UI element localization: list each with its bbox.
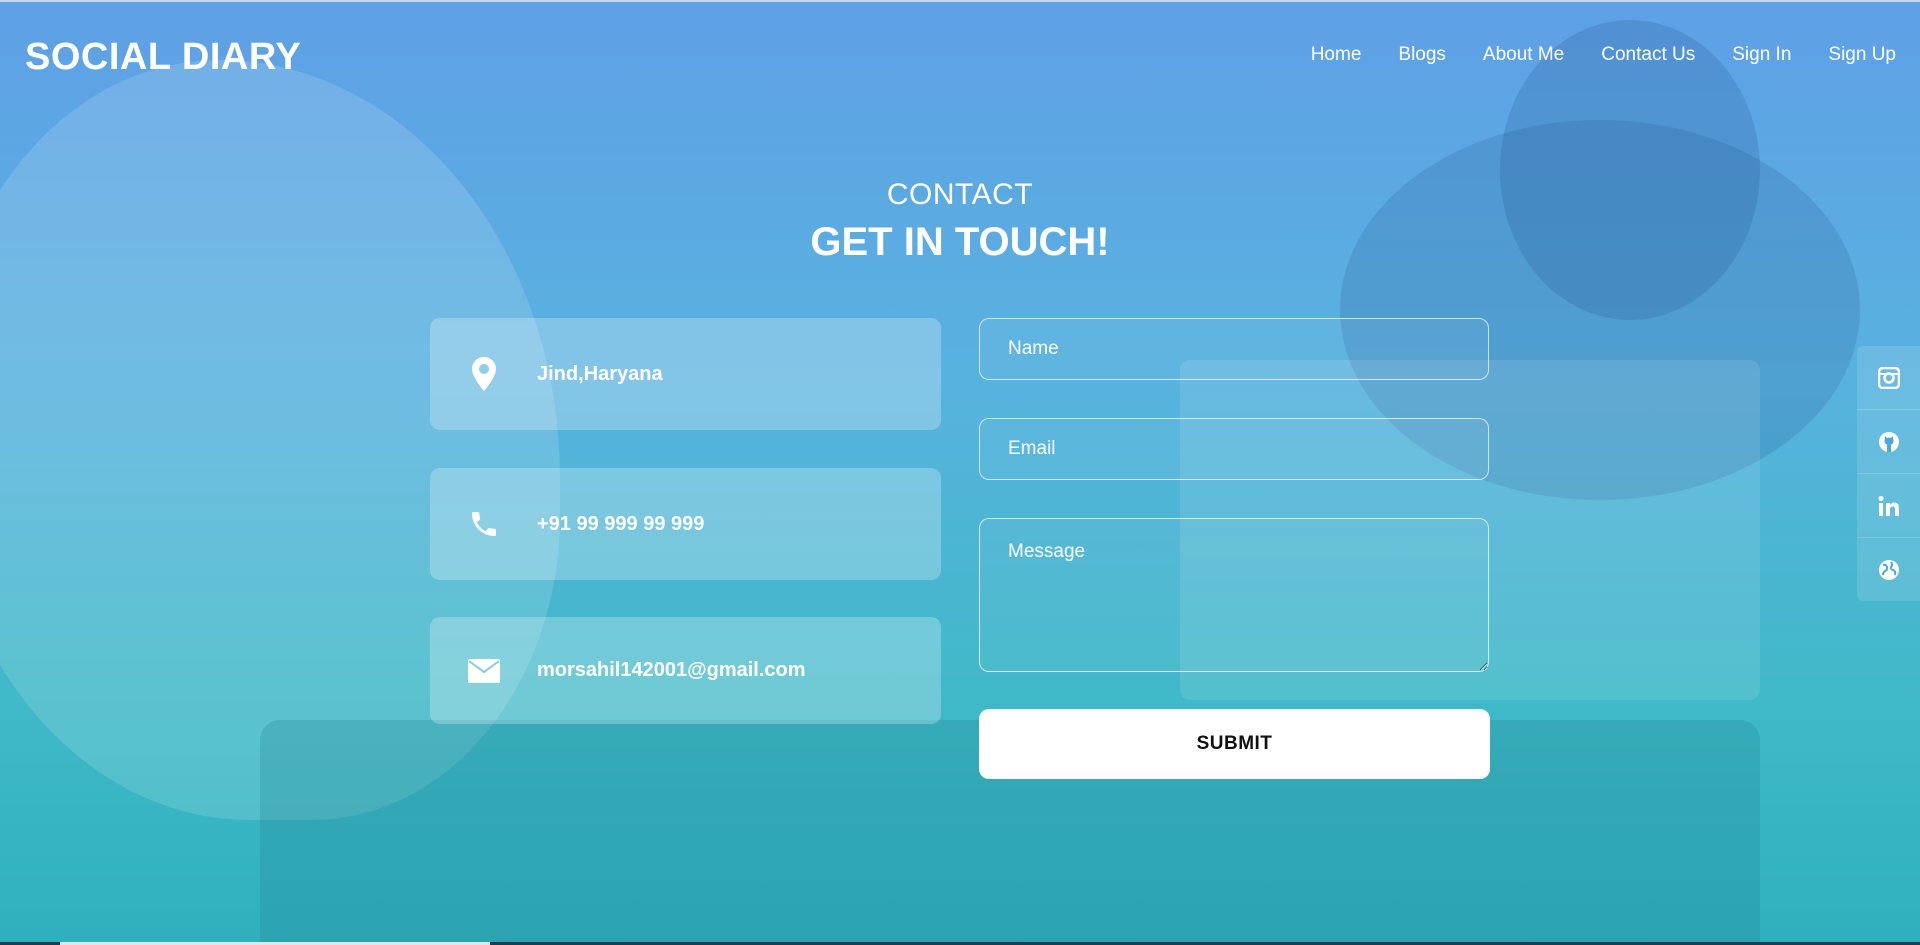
phone-card: +91 99 999 99 999 [430, 468, 941, 580]
top-border [0, 0, 1920, 2]
submit-button[interactable]: SUBMIT [979, 709, 1490, 779]
envelope-icon [466, 653, 502, 689]
location-card: Jind,Haryana [430, 318, 941, 430]
message-textarea[interactable] [979, 518, 1489, 672]
background-photo [0, 0, 1920, 945]
map-pin-icon [466, 356, 502, 392]
nav-home[interactable]: Home [1311, 44, 1362, 66]
nav-contact-us[interactable]: Contact Us [1601, 44, 1695, 66]
instagram-icon[interactable] [1857, 346, 1920, 410]
nav-sign-up[interactable]: Sign Up [1828, 44, 1896, 66]
phone-icon [466, 506, 502, 542]
main-nav: Home Blogs About Me Contact Us Sign In S… [1274, 44, 1896, 66]
nav-sign-in[interactable]: Sign In [1732, 44, 1791, 66]
social-sidebar [1857, 346, 1920, 601]
email-text: morsahil142001@gmail.com [537, 659, 806, 681]
phone-text: +91 99 999 99 999 [537, 512, 705, 535]
name-input[interactable] [979, 318, 1489, 380]
globe-icon[interactable] [1857, 538, 1920, 601]
github-icon[interactable] [1857, 410, 1920, 474]
site-logo[interactable]: SOCIAL DIARY [25, 36, 301, 79]
email-card: morsahil142001@gmail.com [430, 617, 941, 724]
nav-about-me[interactable]: About Me [1483, 44, 1564, 66]
nav-blogs[interactable]: Blogs [1398, 44, 1446, 66]
email-input[interactable] [979, 418, 1489, 480]
section-subtitle: CONTACT [886, 178, 1034, 211]
section-title: GET IN TOUCH! [810, 220, 1110, 264]
linkedin-icon[interactable] [1857, 474, 1920, 538]
location-text: Jind,Haryana [537, 362, 663, 385]
